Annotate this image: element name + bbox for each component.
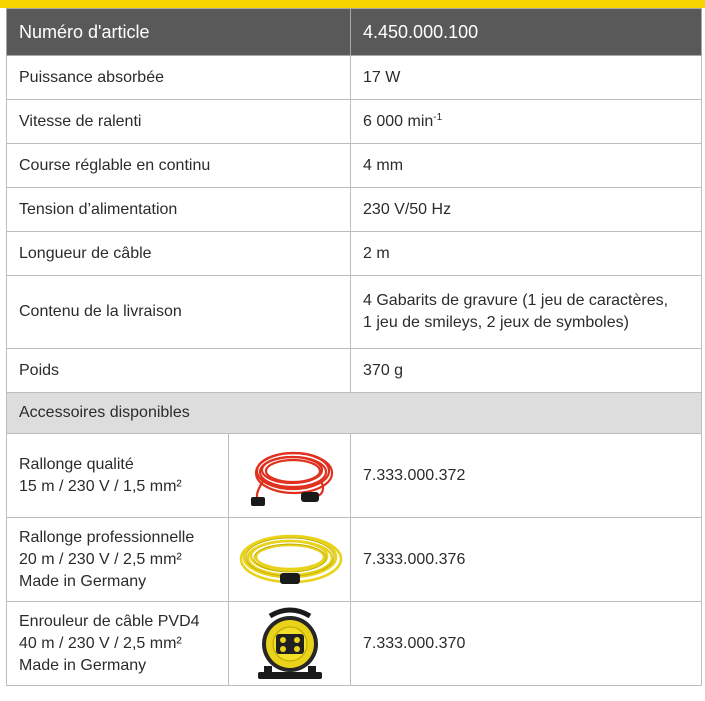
accessory-number: 7.333.000.372: [350, 433, 703, 518]
accessory-number: 7.333.000.376: [350, 517, 703, 602]
spec-label: Vitesse de ralenti: [5, 99, 352, 144]
accessory-row: Enrouleur de câble PVD4 40 m / 230 V / 2…: [6, 601, 703, 686]
spec-value-text: 6 000 min: [363, 112, 434, 130]
accessory-spec-line: 20 m / 230 V / 2,5 mm²: [19, 550, 182, 568]
header-label: Numéro d'article: [5, 8, 352, 56]
spec-value: 4 mm: [350, 143, 703, 188]
accessory-name-line: Rallonge qualité: [19, 455, 134, 473]
spec-label: Longueur de câble: [5, 231, 352, 276]
spec-value: 2 m: [350, 231, 703, 276]
spec-value: 6 000 min-1: [350, 99, 703, 144]
spec-table: Numéro d'article 4.450.000.100 Puissance…: [5, 8, 703, 686]
spec-row-contents: Contenu de la livraison 4 Gabarits de gr…: [5, 275, 703, 349]
spec-label: Poids: [5, 348, 352, 393]
spec-row-weight: Poids 370 g: [5, 348, 703, 393]
header-value: 4.450.000.100: [350, 8, 703, 56]
spec-row-cable: Longueur de câble 2 m: [5, 231, 703, 276]
accessory-spec-line: 40 m / 230 V / 2,5 mm²: [19, 634, 182, 652]
header-row: Numéro d'article 4.450.000.100: [5, 8, 703, 56]
accessory-origin-line: Made in Germany: [19, 572, 147, 590]
spec-label: Tension d’alimentation: [5, 187, 352, 232]
spec-label: Course réglable en continu: [5, 143, 352, 188]
yellow-extension-cable-image: [239, 534, 342, 584]
spec-value: 4 Gabarits de gravure (1 jeu de caractèr…: [350, 275, 703, 349]
spec-label: Puissance absorbée: [5, 55, 352, 100]
accessory-name-line: Rallonge professionnelle: [19, 528, 195, 546]
accessory-number: 7.333.000.370: [350, 601, 703, 686]
spec-value: 370 g: [350, 348, 703, 393]
cable-reel-image: [257, 607, 322, 679]
accessory-image-cell: [227, 601, 352, 686]
accessory-spec-line: 15 m / 230 V / 1,5 mm²: [19, 477, 182, 495]
accent-bar: [0, 0, 705, 8]
spec-row-power: Puissance absorbée 17 W: [5, 55, 703, 100]
accessory-origin-line: Made in Germany: [19, 656, 147, 674]
accessory-name: Enrouleur de câble PVD4 40 m / 230 V / 2…: [6, 601, 229, 686]
spec-value-exponent: -1: [433, 111, 443, 123]
spec-value: 230 V/50 Hz: [350, 187, 703, 232]
accessory-name: Rallonge professionnelle 20 m / 230 V / …: [6, 517, 229, 602]
spec-value-line: 4 Gabarits de gravure (1 jeu de caractèr…: [363, 292, 669, 309]
accessory-name-line: Enrouleur de câble PVD4: [19, 612, 200, 630]
section-title: Accessoires disponibles: [5, 392, 703, 434]
spec-row-speed: Vitesse de ralenti 6 000 min-1: [5, 99, 703, 144]
spec-row-voltage: Tension d’alimentation 230 V/50 Hz: [5, 187, 703, 232]
spec-row-stroke: Course réglable en continu 4 mm: [5, 143, 703, 188]
accessory-row: Rallonge qualité 15 m / 230 V / 1,5 mm² …: [6, 433, 703, 518]
accessory-image-cell: [227, 433, 352, 518]
spec-label: Contenu de la livraison: [5, 275, 352, 349]
accessory-image-cell: [227, 517, 352, 602]
accessory-name: Rallonge qualité 15 m / 230 V / 1,5 mm²: [6, 433, 229, 518]
accessory-row: Rallonge professionnelle 20 m / 230 V / …: [6, 517, 703, 602]
spec-value-line: 1 jeu de smileys, 2 jeux de symboles): [363, 314, 629, 331]
spec-value: 17 W: [350, 55, 703, 100]
section-row-accessories: Accessoires disponibles: [5, 392, 703, 434]
red-extension-cable-image: [250, 451, 333, 506]
